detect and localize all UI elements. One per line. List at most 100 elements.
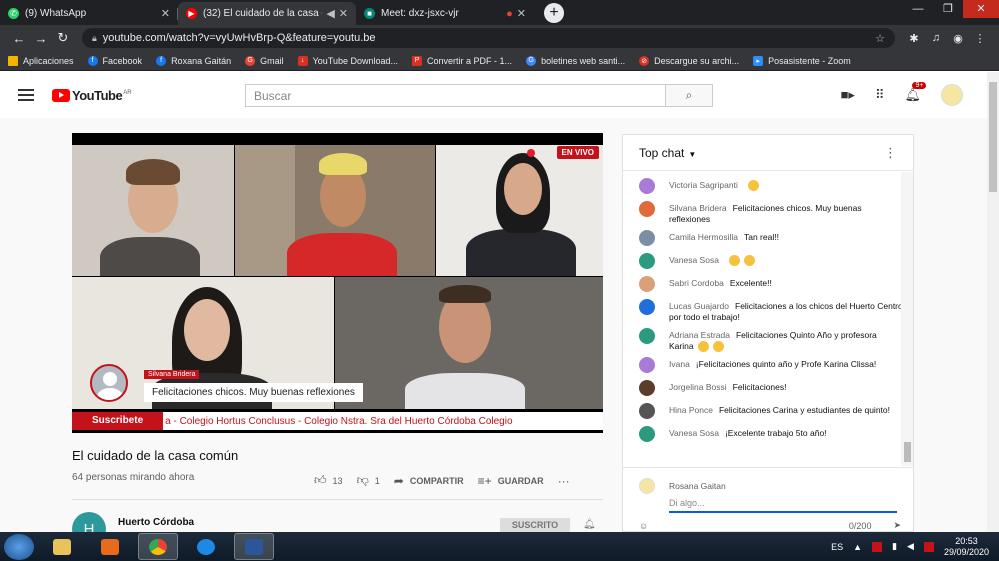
scroll-thumb[interactable] bbox=[989, 82, 997, 192]
like-button[interactable]: 👍︎ 13 bbox=[314, 473, 343, 488]
chat-mode-dropdown[interactable]: Top chat ▼ bbox=[639, 146, 696, 160]
menu-icon[interactable] bbox=[18, 89, 34, 101]
avatar[interactable] bbox=[941, 84, 963, 106]
chat-author[interactable]: Lucas Guajardo bbox=[669, 301, 729, 311]
avatar[interactable] bbox=[639, 357, 655, 374]
clock[interactable]: 20:53 29/09/2020 bbox=[944, 536, 989, 558]
volume-icon[interactable]: ◀ bbox=[907, 541, 914, 552]
chat-author[interactable]: Ivana bbox=[669, 359, 690, 369]
bell-icon[interactable]: 🔔︎ bbox=[583, 519, 596, 530]
back-icon[interactable]: ← bbox=[8, 31, 30, 46]
chat-author[interactable]: Jorgelina Bossi bbox=[669, 382, 727, 392]
language-indicator[interactable]: ES bbox=[831, 542, 843, 552]
bookmark-boletines[interactable]: Gboletines web santi... bbox=[526, 55, 625, 66]
taskbar-media-player[interactable] bbox=[90, 533, 130, 560]
chat-message[interactable]: Hina Ponce Felicitaciones Carina y estudi… bbox=[639, 403, 903, 421]
close-window-icon[interactable]: ✕ bbox=[963, 0, 999, 18]
minimize-icon[interactable]: — bbox=[903, 0, 933, 18]
bookmark-descargue[interactable]: ⊘ Descargue su archi... bbox=[639, 55, 739, 66]
media-icon[interactable]: ♫ bbox=[925, 32, 947, 44]
antivirus-icon[interactable] bbox=[872, 541, 883, 552]
avatar[interactable] bbox=[639, 201, 655, 217]
bookmark-apps[interactable]: Aplicaciones bbox=[8, 55, 74, 66]
tray-expand-icon[interactable]: ▲ bbox=[853, 542, 862, 552]
create-video-icon[interactable]: ■▸ bbox=[841, 87, 855, 103]
chat-author[interactable]: Silvana Bridera bbox=[669, 203, 727, 213]
tab-meet[interactable]: ■ Meet: dxz-jsxc-vjr ● ✕ bbox=[356, 2, 534, 25]
bookmark-facebook[interactable]: f Facebook bbox=[87, 55, 142, 66]
avatar[interactable] bbox=[639, 328, 655, 344]
more-vertical-icon[interactable]: ⋮ bbox=[884, 145, 897, 161]
chat-scrollbar[interactable] bbox=[901, 172, 913, 466]
chat-author[interactable]: Vanesa Sosa bbox=[669, 428, 719, 438]
chat-message[interactable]: Ivana ¡Felicitaciones quinto año y Profe … bbox=[639, 357, 903, 375]
avatar[interactable] bbox=[639, 230, 655, 246]
close-icon[interactable]: ✕ bbox=[161, 7, 170, 20]
star-icon[interactable]: ☆ bbox=[875, 32, 885, 45]
tab-whatsapp[interactable]: ✆ (9) WhatsApp ✕ bbox=[0, 2, 178, 25]
taskbar-word[interactable] bbox=[234, 533, 274, 560]
avatar[interactable] bbox=[639, 426, 655, 443]
send-icon[interactable]: ➤ bbox=[893, 520, 901, 531]
chat-message[interactable]: Vanesa Sosa bbox=[639, 253, 903, 271]
close-icon[interactable]: ✕ bbox=[517, 7, 526, 20]
chat-author[interactable]: Adriana Estrada bbox=[669, 330, 730, 340]
taskbar-ie[interactable] bbox=[186, 533, 226, 560]
bookmark-gmail[interactable]: G Gmail bbox=[245, 55, 284, 66]
menu-icon[interactable]: ⋮ bbox=[969, 32, 991, 45]
chat-message[interactable]: Lucas Guajardo Felicitaciones a los chico… bbox=[639, 299, 903, 323]
address-bar[interactable]: 🔒︎ youtube.com/watch?v=vyUwHvBrp-Q&featu… bbox=[82, 28, 895, 48]
scroll-thumb[interactable] bbox=[904, 442, 911, 462]
avatar[interactable] bbox=[639, 276, 655, 292]
page-scrollbar[interactable] bbox=[987, 72, 999, 532]
bookmark-pdf[interactable]: P Convertir a PDF - 1... bbox=[412, 55, 512, 66]
chat-author[interactable]: Sabri Cordoba bbox=[669, 278, 724, 288]
chat-message[interactable]: Adriana Estrada Felicitaciones Quinto Año… bbox=[639, 328, 903, 353]
share-button[interactable]: ➦ COMPARTIR bbox=[394, 474, 464, 488]
save-button[interactable]: ≡+ GUARDAR bbox=[478, 474, 544, 488]
chat-author[interactable]: Camila Hermosilla bbox=[669, 232, 738, 242]
subscribed-button[interactable]: SUSCRITO bbox=[500, 518, 570, 532]
maximize-icon[interactable]: ❐ bbox=[933, 0, 963, 18]
signal-icon[interactable]: ▮ bbox=[892, 541, 897, 552]
chat-author[interactable]: Hina Ponce bbox=[669, 405, 713, 415]
taskbar-chrome[interactable] bbox=[138, 533, 178, 560]
chat-input[interactable]: Di algo... bbox=[669, 498, 897, 513]
chat-message[interactable]: Vanesa Sosa ¡Excelente trabajo 5to año! bbox=[639, 426, 903, 444]
youtube-logo[interactable]: YouTube AR bbox=[52, 88, 132, 103]
avatar[interactable] bbox=[639, 178, 655, 194]
taskbar-explorer[interactable] bbox=[42, 533, 82, 560]
close-icon[interactable]: ✕ bbox=[339, 7, 348, 20]
speaker-icon[interactable]: ◀ bbox=[326, 7, 334, 20]
profile-icon[interactable]: ◉ bbox=[947, 32, 969, 45]
bookmark-ytdownload[interactable]: ↓ YouTube Download... bbox=[297, 55, 398, 66]
flag-icon[interactable] bbox=[923, 541, 934, 552]
avatar[interactable] bbox=[639, 380, 655, 397]
start-button[interactable] bbox=[4, 533, 34, 560]
avatar[interactable] bbox=[639, 403, 655, 420]
emoji-icon[interactable]: ☺ bbox=[639, 521, 648, 531]
search-input[interactable]: Buscar bbox=[245, 84, 666, 107]
new-tab-button[interactable]: + bbox=[544, 3, 564, 23]
chat-message[interactable]: Sabri Cordoba Excelente!! bbox=[639, 276, 903, 294]
channel-name[interactable]: Huerto Córdoba bbox=[118, 517, 194, 528]
bookmark-roxana[interactable]: f Roxana Gaitán bbox=[156, 55, 231, 66]
video-player[interactable]: EN VIVO Silvana Bridera Felicitaciones c… bbox=[72, 133, 603, 433]
chat-message[interactable]: Silvana Bridera Felicitaciones chicos. Mu… bbox=[639, 201, 903, 225]
chat-message[interactable]: Victoria Sagripanti bbox=[639, 178, 903, 196]
apps-icon[interactable]: ⠿ bbox=[875, 87, 885, 103]
chat-message[interactable]: Jorgelina Bossi Felicitaciones! bbox=[639, 380, 903, 398]
notifications-icon[interactable]: 🔔︎ 9+ bbox=[904, 82, 927, 103]
extensions-icon[interactable]: ✱ bbox=[903, 32, 925, 45]
avatar[interactable] bbox=[639, 299, 655, 315]
chat-author[interactable]: Victoria Sagripanti bbox=[669, 180, 738, 190]
more-actions-button[interactable]: ··· bbox=[558, 474, 570, 488]
chat-message-list[interactable]: Victoria Sagripanti Silvana Bridera Felici… bbox=[623, 172, 903, 466]
forward-icon[interactable]: → bbox=[30, 31, 52, 46]
avatar[interactable] bbox=[639, 253, 655, 269]
tab-youtube[interactable]: ▶ (32) El cuidado de la casa co ◀ ✕ bbox=[178, 2, 356, 25]
reload-icon[interactable]: ↻ bbox=[52, 30, 74, 46]
bookmark-zoom[interactable]: ▸ Posasistente - Zoom bbox=[753, 55, 851, 66]
search-button[interactable]: ⌕ bbox=[666, 84, 713, 107]
dislike-button[interactable]: 👎︎ 1 bbox=[357, 473, 380, 488]
